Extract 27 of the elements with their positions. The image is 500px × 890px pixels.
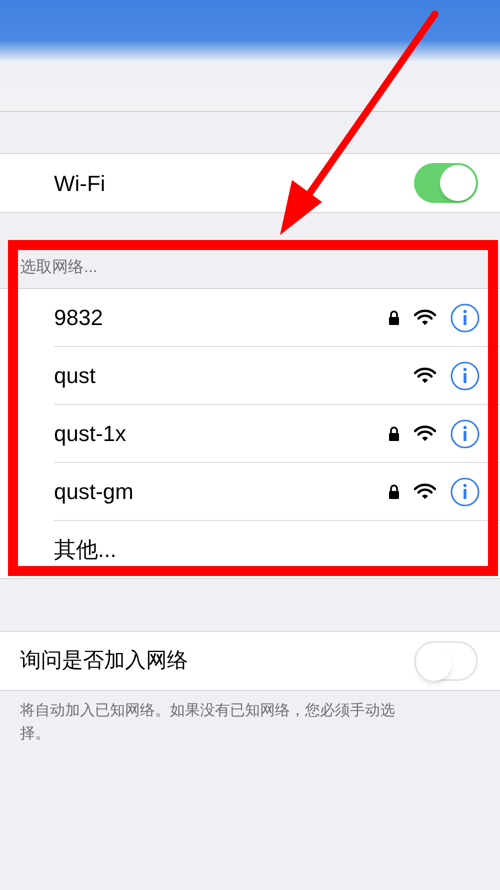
network-name: 9832 <box>54 304 104 332</box>
wifi-icon <box>414 367 436 384</box>
info-button[interactable] <box>450 360 480 390</box>
lock-icon <box>388 426 400 441</box>
info-button[interactable] <box>450 418 480 448</box>
network-name: 其他... <box>54 536 118 564</box>
network-row[interactable]: qust <box>0 347 500 404</box>
network-row[interactable]: qust-gm <box>0 463 500 520</box>
wifi-icon <box>414 483 436 500</box>
toggle-switch[interactable] <box>414 163 478 203</box>
other-network-row[interactable]: 其他... <box>0 521 500 578</box>
info-button[interactable] <box>450 476 480 506</box>
lock-icon <box>388 484 400 499</box>
lock-icon <box>388 310 400 325</box>
footer-note: 将自动加入已知网络。如果没有已知网络，您必须手动选择。 <box>19 701 396 744</box>
wifi-icon <box>414 309 436 326</box>
section-header: 选取网络... <box>20 258 98 278</box>
info-button[interactable] <box>450 302 480 332</box>
network-row[interactable]: qust-1x <box>0 405 500 462</box>
network-name: qust-gm <box>54 478 134 506</box>
network-name: qust <box>54 362 97 390</box>
wifi-label: Wi-Fi <box>54 170 106 198</box>
toggle-switch[interactable] <box>414 641 478 681</box>
ask-to-join-label: 询问是否加入网络 <box>20 648 189 674</box>
wifi-icon <box>414 425 436 442</box>
network-row[interactable]: 9832 <box>0 289 500 346</box>
network-name: qust-1x <box>54 420 128 448</box>
